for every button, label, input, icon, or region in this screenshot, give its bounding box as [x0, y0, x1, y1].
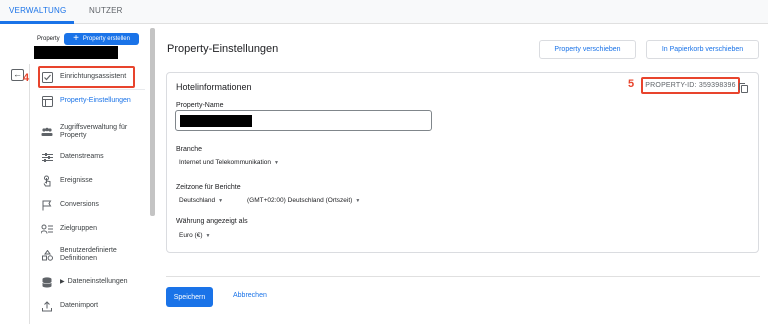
dropdown-caret-icon: ▼ — [218, 198, 224, 204]
property-name-redacted — [180, 115, 252, 127]
plus-icon: + — [73, 33, 79, 44]
timezone-value: (GMT+02:00) Deutschland (Ortszeit) — [247, 197, 353, 204]
footer-divider — [166, 276, 760, 277]
sidebar-item-label: Benutzerdefinierte Definitionen — [60, 247, 117, 262]
industry-select[interactable]: Internet und Telekommunikation ▼ — [179, 159, 279, 166]
dropdown-caret-icon: ▼ — [355, 198, 361, 204]
cancel-button[interactable]: Abbrechen — [233, 292, 267, 299]
sidebar-item-events[interactable]: Ereignisse — [40, 170, 93, 192]
property-name-label: Property-Name — [176, 102, 224, 109]
touch-icon — [40, 174, 54, 188]
industry-label: Branche — [176, 146, 203, 153]
timezone-label: Zeitzone für Berichte — [176, 184, 241, 191]
save-button[interactable]: Speichern — [166, 287, 213, 307]
sidebar-item-custom-definitions[interactable]: Benutzerdefinierte Definitionen — [40, 242, 140, 268]
sidebar-item-access-management[interactable]: Zugriffsverwaltung für Property — [40, 119, 140, 145]
custom-definitions-icon — [40, 248, 54, 262]
timezone-country-select[interactable]: Deutschland ▼ — [179, 197, 223, 204]
sidebar-scrollbar[interactable] — [150, 28, 155, 216]
step-marker-4: 4 — [23, 72, 30, 84]
sidebar-item-label: Datenimport — [60, 302, 99, 309]
sidebar-item-label: ▶ Dateneinstellungen — [60, 278, 128, 286]
move-property-button[interactable]: Property verschieben — [539, 40, 636, 59]
property-id: PROPERTY-ID: 359398396 — [641, 77, 740, 94]
copy-icon[interactable] — [739, 80, 748, 93]
currency-select[interactable]: Euro (€) ▼ — [179, 232, 210, 239]
database-icon — [40, 275, 54, 289]
sidebar-item-conversions[interactable]: Conversions — [40, 194, 99, 216]
create-property-button[interactable]: + Property erstellen — [64, 33, 139, 45]
sidebar-item-label: Ereignisse — [60, 177, 93, 184]
sidebar-item-data-streams[interactable]: Datenstreams — [40, 146, 104, 168]
dropdown-caret-icon: ▼ — [205, 233, 211, 239]
sidebar-item-label: Property-Einstellungen — [60, 97, 131, 104]
step-marker-5: 5 — [628, 78, 635, 90]
settings-page-icon — [40, 94, 54, 108]
sidebar-item-audiences[interactable]: Zielgruppen — [40, 218, 97, 240]
sidebar-item-text: Dateneinstellungen — [67, 278, 128, 285]
sidebar-item-label: Zielgruppen — [60, 225, 97, 232]
top-tab-bar: VERWALTUNG NUTZER — [0, 0, 768, 24]
property-selector-label: Property — [37, 36, 60, 42]
currency-label: Währung angezeigt als — [176, 218, 248, 225]
sidebar-item-label: Conversions — [60, 201, 99, 208]
dropdown-caret-icon: ▼ — [274, 160, 279, 166]
currency-value: Euro (€) — [179, 232, 203, 239]
sidebar-item-data-settings[interactable]: ▶ Dateneinstellungen — [40, 271, 128, 293]
sidebar-item-property-settings[interactable]: Property-Einstellungen — [40, 90, 131, 112]
create-property-label: Property erstellen — [82, 36, 130, 42]
industry-value: Internet und Telekommunikation — [179, 159, 272, 166]
page-title: Property-Einstellungen — [167, 43, 279, 55]
people-icon — [40, 125, 54, 139]
property-selector-redacted[interactable] — [34, 46, 118, 59]
sidebar-item-data-import[interactable]: Datenimport — [40, 295, 98, 317]
upload-icon — [40, 299, 54, 313]
highlight-box-property-settings — [38, 66, 135, 88]
hotel-information-card: Hotelinformationen 5 PROPERTY-ID: 359398… — [166, 72, 759, 253]
expand-triangle-icon[interactable]: ▶ — [60, 279, 65, 285]
timezone-select[interactable]: (GMT+02:00) Deutschland (Ortszeit) ▼ — [247, 197, 360, 204]
property-name-input[interactable] — [175, 110, 432, 131]
sidebar-item-label: Datenstreams — [60, 153, 104, 160]
sidebar-divider — [29, 64, 30, 324]
timezone-country-value: Deutschland — [179, 197, 216, 204]
sidebar-item-label: Zugriffsverwaltung für Property — [60, 124, 128, 139]
audience-icon — [40, 222, 54, 236]
tab-verwaltung[interactable]: VERWALTUNG — [9, 6, 66, 15]
flag-icon — [40, 198, 54, 212]
streams-icon — [40, 150, 54, 164]
tab-nutzer[interactable]: NUTZER — [89, 6, 123, 15]
card-title: Hotelinformationen — [176, 82, 252, 92]
move-to-trash-button[interactable]: In Papierkorb verschieben — [646, 40, 759, 59]
